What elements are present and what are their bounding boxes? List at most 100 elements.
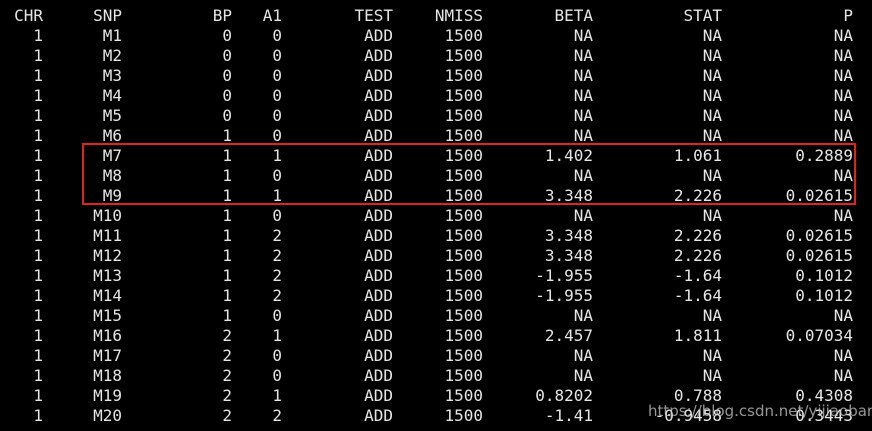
- cell-chr: 1: [33, 266, 43, 285]
- cell-stat: NA: [702, 306, 722, 325]
- cell-snp: M9: [102, 186, 122, 205]
- cell-a1: 0: [272, 26, 282, 45]
- cell-a1: 0: [272, 166, 282, 185]
- cell-nmiss: 1500: [444, 66, 483, 85]
- cell-nmiss: 1500: [444, 286, 483, 305]
- table-row: 1 M9 1 1 ADD 1500 3.348 2.226 0.02615: [0, 186, 872, 206]
- cell-snp: M12: [93, 246, 122, 265]
- cell-p: 0.2889: [795, 146, 853, 165]
- cell-chr: 1: [33, 366, 43, 385]
- cell-nmiss: 1500: [444, 186, 483, 205]
- cell-stat: NA: [702, 26, 722, 45]
- cell-test: ADD: [364, 26, 393, 45]
- table-row: 1 M7 1 1 ADD 1500 1.402 1.061 0.2889: [0, 146, 872, 166]
- cell-nmiss: 1500: [444, 346, 483, 365]
- cell-chr: 1: [33, 346, 43, 365]
- cell-bp: 1: [222, 166, 232, 185]
- cell-bp: 1: [222, 306, 232, 325]
- cell-test: ADD: [364, 126, 393, 145]
- cell-p: NA: [833, 126, 853, 145]
- cell-nmiss: 1500: [444, 326, 483, 345]
- cell-bp: 1: [222, 246, 232, 265]
- cell-test: ADD: [364, 346, 393, 365]
- cell-chr: 1: [33, 126, 43, 145]
- table-row: 1 M10 1 0 ADD 1500 NA NA NA: [0, 206, 872, 226]
- cell-chr: 1: [33, 286, 43, 305]
- cell-test: ADD: [364, 406, 393, 425]
- cell-p: NA: [833, 86, 853, 105]
- cell-nmiss: 1500: [444, 246, 483, 265]
- cell-stat: 2.226: [673, 226, 722, 245]
- cell-bp: 2: [222, 346, 232, 365]
- cell-stat: -1.64: [673, 266, 722, 285]
- cell-beta: NA: [573, 106, 593, 125]
- table-row: 1 M15 1 0 ADD 1500 NA NA NA: [0, 306, 872, 326]
- watermark: https://blog.csdn.net/yijiaobani: [648, 402, 872, 420]
- cell-p: NA: [833, 366, 853, 385]
- cell-p: NA: [833, 346, 853, 365]
- cell-beta: NA: [573, 26, 593, 45]
- cell-beta: -1.955: [535, 266, 593, 285]
- cell-stat: NA: [702, 346, 722, 365]
- cell-snp: M17: [93, 346, 122, 365]
- cell-chr: 1: [33, 66, 43, 85]
- cell-stat: -1.64: [673, 286, 722, 305]
- cell-bp: 1: [222, 226, 232, 245]
- cell-snp: M4: [102, 86, 122, 105]
- cell-chr: 1: [33, 106, 43, 125]
- cell-bp: 2: [222, 326, 232, 345]
- cell-test: ADD: [364, 106, 393, 125]
- cell-a1: 1: [272, 326, 282, 345]
- cell-snp: M18: [93, 366, 122, 385]
- cell-stat: NA: [702, 106, 722, 125]
- cell-bp: 1: [222, 206, 232, 225]
- cell-chr: 1: [33, 46, 43, 65]
- cell-a1: 0: [272, 46, 282, 65]
- cell-a1: 0: [272, 106, 282, 125]
- cell-beta: -1.41: [544, 406, 593, 425]
- cell-a1: 2: [272, 406, 282, 425]
- table-row: 1 M17 2 0 ADD 1500 NA NA NA: [0, 346, 872, 366]
- cell-p: NA: [833, 306, 853, 325]
- cell-p: 0.02615: [785, 226, 853, 245]
- table-row: 1 M1 0 0 ADD 1500 NA NA NA: [0, 26, 872, 46]
- cell-test: ADD: [364, 226, 393, 245]
- cell-stat: NA: [702, 366, 722, 385]
- cell-beta: 3.348: [544, 246, 593, 265]
- cell-nmiss: 1500: [444, 126, 483, 145]
- cell-snp: M8: [102, 166, 122, 185]
- cell-bp: 1: [222, 286, 232, 305]
- cell-snp: M2: [102, 46, 122, 65]
- cell-p: NA: [833, 206, 853, 225]
- cell-test: ADD: [364, 366, 393, 385]
- cell-chr: 1: [33, 386, 43, 405]
- cell-test: ADD: [364, 246, 393, 265]
- cell-p: NA: [833, 106, 853, 125]
- cell-chr: 1: [33, 226, 43, 245]
- cell-nmiss: 1500: [444, 386, 483, 405]
- terminal-output: CHR SNP BP A1 TEST NMISS BETA STAT P 1 M1…: [0, 0, 872, 431]
- cell-a1: 2: [272, 246, 282, 265]
- table-row: 1 M16 2 1 ADD 1500 2.457 1.811 0.07034: [0, 326, 872, 346]
- table-row: 1 M3 0 0 ADD 1500 NA NA NA: [0, 66, 872, 86]
- cell-test: ADD: [364, 186, 393, 205]
- table-row: 1 M4 0 0 ADD 1500 NA NA NA: [0, 86, 872, 106]
- header-p: P: [843, 6, 853, 25]
- cell-nmiss: 1500: [444, 46, 483, 65]
- cell-p: 0.07034: [785, 326, 853, 345]
- cell-stat: 1.061: [673, 146, 722, 165]
- cell-a1: 0: [272, 86, 282, 105]
- cell-stat: 1.811: [673, 326, 722, 345]
- cell-beta: NA: [573, 166, 593, 185]
- cell-chr: 1: [33, 86, 43, 105]
- header-stat: STAT: [683, 6, 722, 25]
- cell-bp: 2: [222, 386, 232, 405]
- cell-chr: 1: [33, 166, 43, 185]
- cell-beta: 3.348: [544, 186, 593, 205]
- cell-snp: M7: [102, 146, 122, 165]
- cell-beta: NA: [573, 126, 593, 145]
- cell-snp: M13: [93, 266, 122, 285]
- table-row: 1 M12 1 2 ADD 1500 3.348 2.226 0.02615: [0, 246, 872, 266]
- cell-snp: M3: [102, 66, 122, 85]
- cell-nmiss: 1500: [444, 266, 483, 285]
